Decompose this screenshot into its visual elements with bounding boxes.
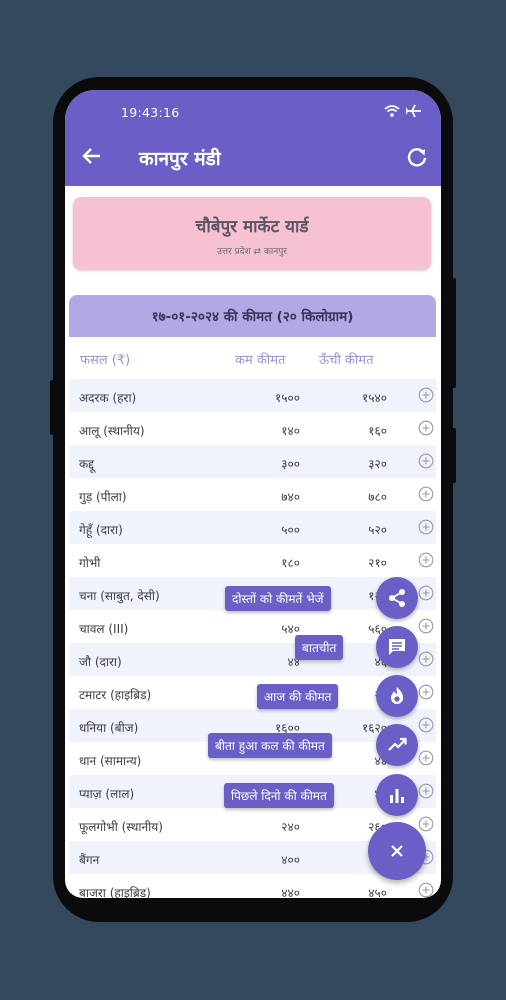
fire-icon xyxy=(391,687,403,704)
app-screen: 19:43:16 कानपुर मंडी चौबेपुर मार्केट यार… xyxy=(65,90,441,898)
share-button[interactable] xyxy=(376,577,418,619)
trending-up-icon xyxy=(388,737,407,751)
chat-icon xyxy=(389,639,405,655)
chat-button[interactable] xyxy=(376,626,418,668)
today-price-button[interactable] xyxy=(376,675,418,717)
bar-chart-icon xyxy=(390,789,404,803)
previous-label[interactable]: पिछले दिनो की कीमत xyxy=(224,783,334,808)
today-label[interactable]: आज की कीमत xyxy=(257,684,339,709)
yesterday-label[interactable]: बीता हुआ कल की कीमत xyxy=(208,733,332,758)
share-icon xyxy=(389,589,405,607)
close-icon xyxy=(391,845,403,857)
close-fab-button[interactable] xyxy=(368,822,426,880)
share-label[interactable]: दोस्तों को कीमतें भेजें xyxy=(225,586,331,611)
fab-menu-overlay: दोस्तों को कीमतें भेजें बातचीत आज की कीम… xyxy=(65,90,441,898)
yesterday-price-button[interactable] xyxy=(376,724,418,766)
previous-price-button[interactable] xyxy=(376,774,418,816)
chat-label[interactable]: बातचीत xyxy=(295,635,344,660)
